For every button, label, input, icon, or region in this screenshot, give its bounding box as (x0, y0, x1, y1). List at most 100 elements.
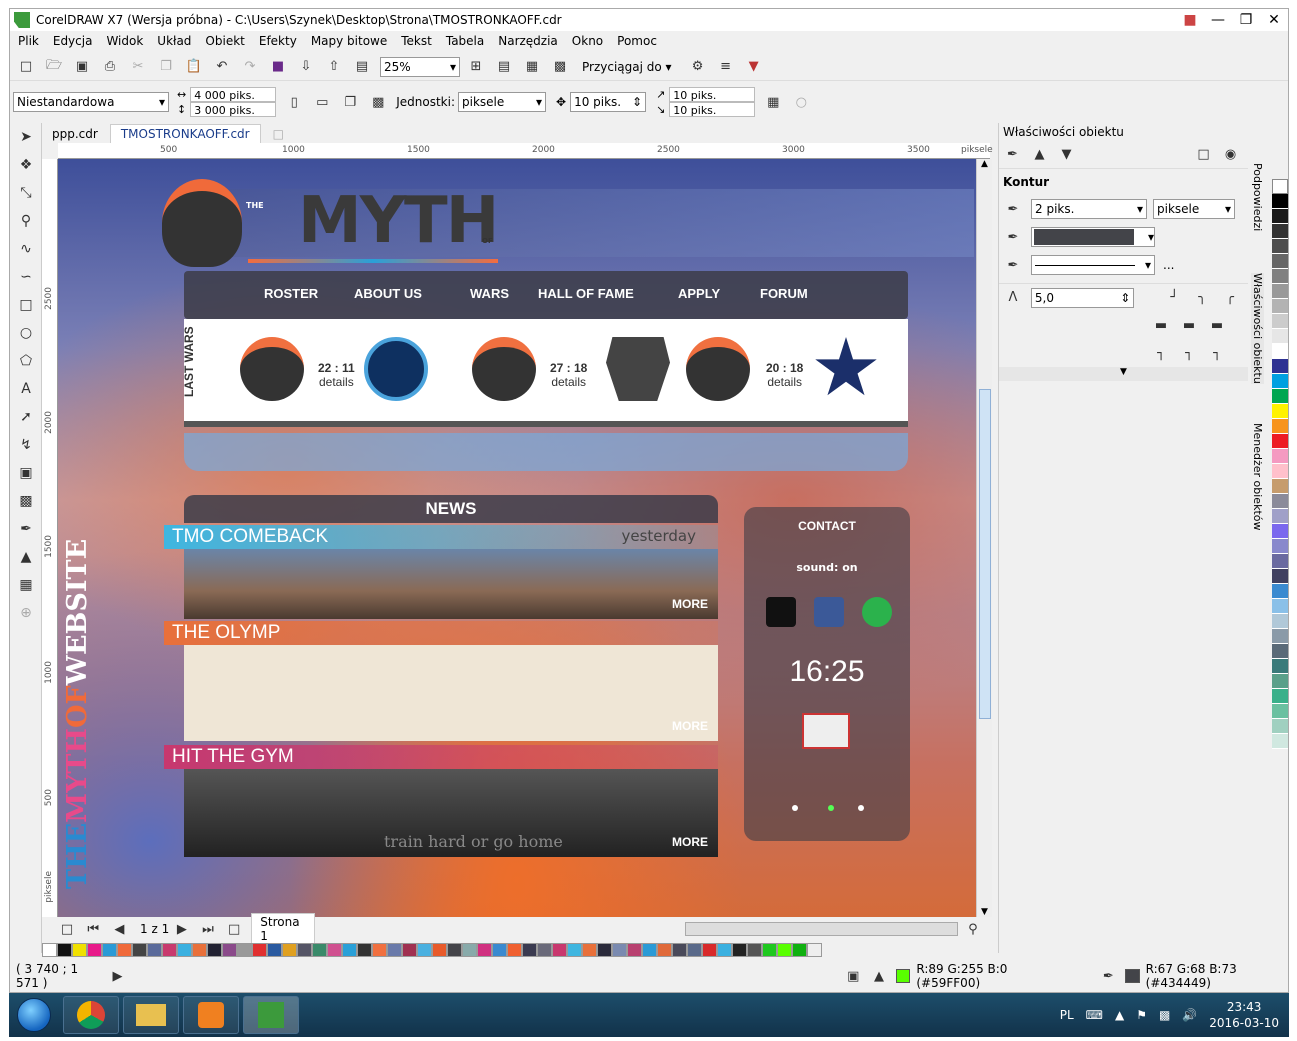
text-tool-icon[interactable]: A (10, 375, 42, 403)
color-swatch[interactable] (642, 943, 657, 957)
color-swatch[interactable] (597, 943, 612, 957)
color-swatch[interactable] (417, 943, 432, 957)
portrait-icon[interactable]: ▯ (284, 92, 304, 112)
shape-tool-icon[interactable]: ❖ (10, 151, 42, 179)
polygon-tool-icon[interactable]: ⬠ (10, 347, 42, 375)
color-swatch[interactable] (87, 943, 102, 957)
taskbar-media-player[interactable] (183, 996, 239, 1034)
nav-about-us[interactable]: ABOUT US (354, 286, 422, 301)
color-swatch[interactable] (327, 943, 342, 957)
color-swatch[interactable] (147, 943, 162, 957)
butt-cap-icon[interactable]: ▬ (1151, 315, 1171, 335)
rectangle-tool-icon[interactable]: □ (10, 291, 42, 319)
color-swatch[interactable] (1272, 254, 1288, 269)
redo-icon[interactable]: ↷ (240, 57, 260, 77)
ellipse-tool-icon[interactable]: ○ (10, 319, 42, 347)
whatsapp-icon[interactable] (862, 597, 892, 627)
all-pages-icon[interactable]: ❐ (340, 92, 360, 112)
drop-shadow-tool-icon[interactable]: ▣ (10, 459, 42, 487)
network-icon[interactable]: ▩ (1159, 1008, 1170, 1022)
menu-efekty[interactable]: Efekty (259, 34, 297, 48)
outline-tab-icon[interactable]: ✒ (1003, 145, 1022, 165)
launch-icon[interactable]: ▼ (744, 57, 764, 77)
color-swatch[interactable] (222, 943, 237, 957)
nudge-field[interactable]: 10 piks. ⇕ (570, 92, 647, 112)
language-indicator[interactable]: PL (1060, 1008, 1074, 1022)
zoom-tool-icon[interactable]: ⚲ (10, 207, 42, 235)
color-swatch[interactable] (522, 943, 537, 957)
system-clock[interactable]: 23:43 2016-03-10 (1209, 999, 1279, 1031)
vertical-ruler[interactable]: 2500 2000 1500 1000 500 piksele (42, 159, 58, 917)
search-content-icon[interactable]: ■ (268, 57, 288, 77)
color-swatch[interactable] (342, 943, 357, 957)
color-swatch[interactable] (612, 943, 627, 957)
color-swatch[interactable] (1272, 494, 1288, 509)
color-swatch[interactable] (132, 943, 147, 957)
slider-dot[interactable] (792, 805, 798, 811)
save-icon[interactable]: ▣ (72, 57, 92, 77)
show-rulers-icon[interactable]: ▦ (522, 57, 542, 77)
color-swatch[interactable] (747, 943, 762, 957)
snap-to-button[interactable]: Przyciągaj do ▾ (582, 60, 672, 74)
color-swatch[interactable] (282, 943, 297, 957)
show-grid-icon[interactable]: ▩ (550, 57, 570, 77)
taskbar-chrome[interactable] (63, 996, 119, 1034)
options-icon[interactable]: ⚙ (688, 57, 708, 77)
color-swatch[interactable] (1272, 299, 1288, 314)
color-swatch[interactable] (1272, 374, 1288, 389)
more-link[interactable]: MORE (672, 719, 708, 733)
color-swatch[interactable] (1272, 584, 1288, 599)
color-swatch[interactable] (1272, 434, 1288, 449)
color-swatch[interactable] (507, 943, 522, 957)
color-swatch[interactable] (1272, 599, 1288, 614)
fill-color-swatch[interactable] (895, 969, 911, 983)
volume-icon[interactable]: 🔊 (1182, 1008, 1197, 1022)
maximize-button[interactable]: ❐ (1232, 9, 1260, 31)
more-link[interactable]: MORE (672, 597, 708, 611)
menu-widok[interactable]: Widok (106, 34, 143, 48)
menu-narzedzia[interactable]: Narzędzia (498, 34, 558, 48)
page-width-field[interactable]: 4 000 piks. (190, 87, 277, 102)
color-swatch[interactable] (162, 943, 177, 957)
no-color-swatch[interactable] (42, 943, 57, 957)
menu-obiekt[interactable]: Obiekt (205, 34, 244, 48)
align-guides-icon[interactable]: ≡ (716, 57, 736, 77)
inside-outline-icon[interactable]: ┐ (1207, 343, 1227, 363)
page-size-select[interactable]: Niestandardowa ▾ (13, 92, 169, 112)
color-swatch[interactable] (1272, 614, 1288, 629)
minimize-button[interactable]: — (1204, 9, 1232, 31)
color-swatch[interactable] (267, 943, 282, 957)
paste-icon[interactable]: 📋 (184, 57, 204, 77)
tray-expand-icon[interactable]: ▲ (1115, 1008, 1124, 1022)
color-swatch[interactable] (1272, 674, 1288, 689)
color-swatch[interactable] (1272, 629, 1288, 644)
round-cap-icon[interactable]: ▬ (1179, 315, 1199, 335)
nav-apply[interactable]: APPLY (678, 286, 720, 301)
miter-limit-field[interactable]: 5,0 ⇕ (1030, 287, 1135, 308)
color-swatch[interactable] (57, 943, 72, 957)
color-swatch[interactable] (1272, 224, 1288, 239)
undo-icon[interactable]: ↶ (212, 57, 232, 77)
color-swatch[interactable] (717, 943, 732, 957)
prev-page-icon[interactable]: ◀ (110, 919, 128, 939)
cut-icon[interactable]: ✂ (128, 57, 148, 77)
first-page-icon[interactable]: ⏮ (84, 919, 102, 939)
color-swatch[interactable] (567, 943, 582, 957)
scroll-up-icon[interactable]: ▲ (977, 159, 992, 169)
scroll-down-icon[interactable]: ▼ (977, 907, 992, 917)
add-page-end-icon[interactable]: □ (225, 919, 243, 939)
color-swatch[interactable] (672, 943, 687, 957)
color-swatch[interactable] (72, 943, 87, 957)
color-swatch[interactable] (1272, 704, 1288, 719)
horizontal-scrollbar[interactable] (685, 922, 958, 936)
centered-outline-icon[interactable]: ┐ (1179, 343, 1199, 363)
drawing-canvas[interactable]: THE MYTH OF ROSTER ABOUT US WARS HALL OF… (58, 159, 976, 917)
tab-tmostronkaoff[interactable]: TMOSTRONKAOFF.cdr (109, 124, 261, 143)
new-document-icon[interactable]: □ (16, 57, 36, 77)
interactive-fill-icon[interactable]: ▲ (10, 543, 42, 571)
color-swatch[interactable] (1272, 689, 1288, 704)
outline-color-picker[interactable]: ▾ (1031, 227, 1155, 247)
tab-wlasciwosci-obiektu[interactable]: Właściwości obiektu (1251, 273, 1264, 384)
color-swatch[interactable] (1272, 569, 1288, 584)
connector-tool-icon[interactable]: ↯ (10, 431, 42, 459)
